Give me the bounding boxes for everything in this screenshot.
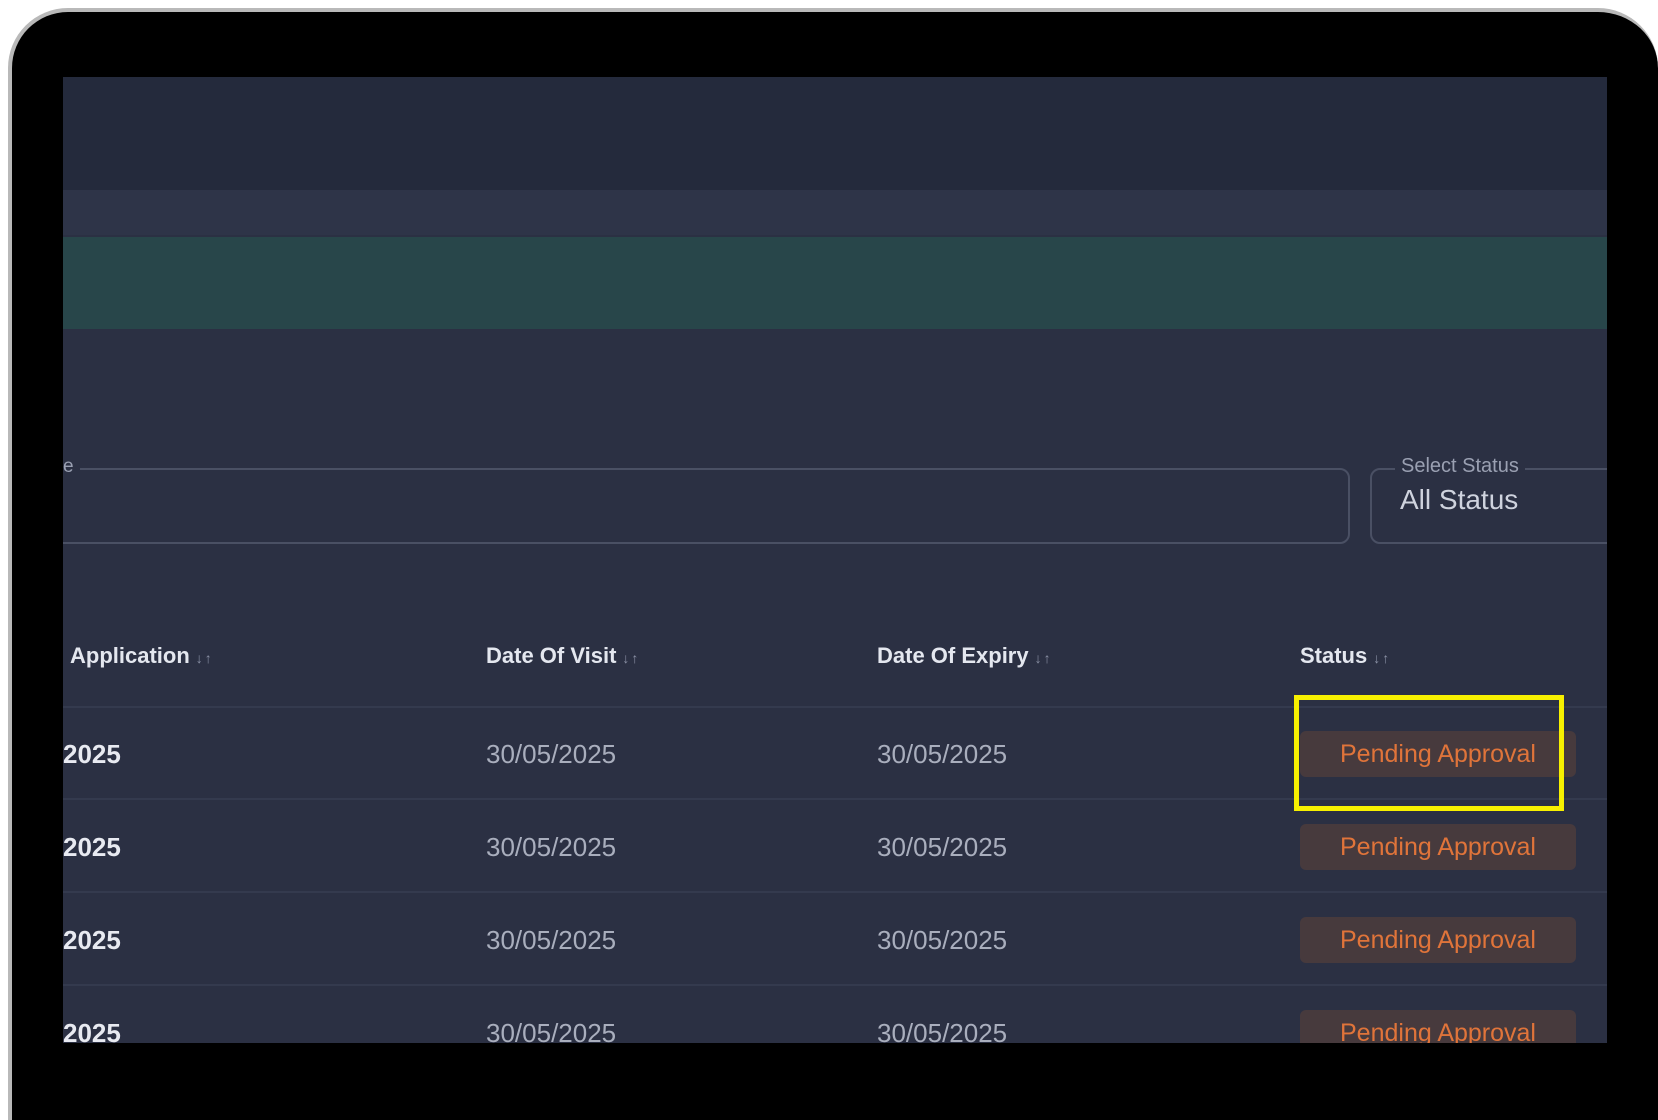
app-screen: e Select Status All Status Application ↓↑… [63, 77, 1607, 1043]
status-badge[interactable]: Pending Approval [1300, 1010, 1576, 1043]
table-cell-date-of-expiry: 30/05/2025 [877, 925, 1008, 955]
column-header-application[interactable]: Application ↓↑ [70, 643, 214, 669]
sort-arrows-icon[interactable]: ↓↑ [196, 650, 214, 666]
row-divider [63, 984, 1607, 986]
status-badge[interactable]: Pending Approval [1300, 917, 1576, 963]
top-header-bar [63, 77, 1607, 190]
row-divider [63, 891, 1607, 893]
table-cell-date-of-visit: 30/05/2025 [486, 832, 617, 862]
table-cell-application[interactable]: 2025 [63, 1018, 121, 1043]
column-header-status[interactable]: Status ↓↑ [1300, 643, 1391, 669]
status-select-value[interactable]: All Status [1400, 484, 1518, 516]
table-cell-date-of-expiry: 30/05/2025 [877, 739, 1008, 769]
table-cell-application[interactable]: 2025 [63, 925, 121, 956]
search-input-label: e [63, 456, 80, 478]
column-header-date-of-expiry[interactable]: Date Of Expiry ↓↑ [877, 643, 1053, 669]
highlight-box [1294, 695, 1564, 811]
table-cell-application[interactable]: 2025 [63, 832, 121, 863]
status-badge[interactable]: Pending Approval [1300, 824, 1576, 870]
status-select-label: Select Status [1395, 455, 1525, 478]
table-cell-application[interactable]: 2025 [63, 739, 121, 770]
sort-arrows-icon[interactable]: ↓↑ [1373, 650, 1391, 666]
sub-header-bar [63, 190, 1607, 235]
table-cell-date-of-visit: 30/05/2025 [486, 925, 617, 955]
table-cell-date-of-expiry: 30/05/2025 [877, 1018, 1008, 1043]
table-cell-date-of-expiry: 30/05/2025 [877, 832, 1008, 862]
sort-arrows-icon[interactable]: ↓↑ [1035, 650, 1053, 666]
column-header-date-of-visit[interactable]: Date Of Visit ↓↑ [486, 643, 640, 669]
table-cell-date-of-visit: 30/05/2025 [486, 1018, 617, 1043]
notice-banner [63, 237, 1607, 329]
table-cell-date-of-visit: 30/05/2025 [486, 739, 617, 769]
search-input[interactable] [63, 468, 1350, 544]
sort-arrows-icon[interactable]: ↓↑ [622, 650, 640, 666]
